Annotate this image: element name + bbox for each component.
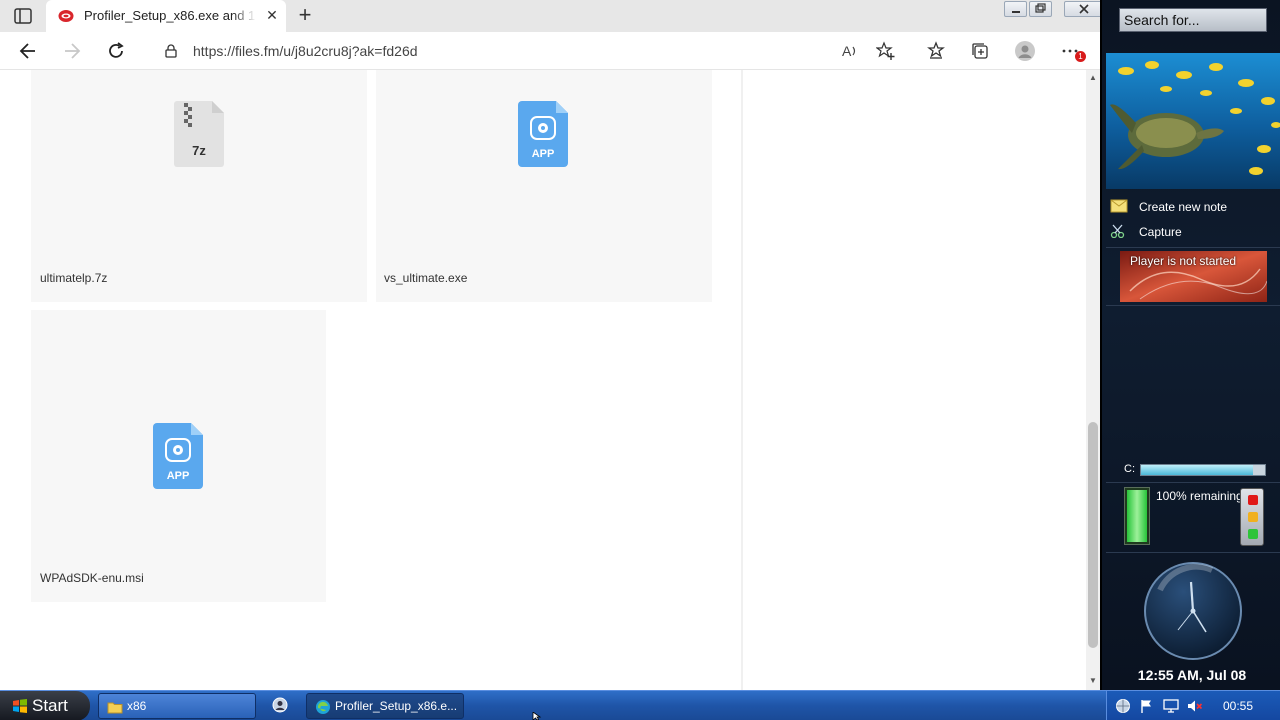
sidebar-separator bbox=[1106, 552, 1280, 553]
player-status-text: Player is not started bbox=[1130, 254, 1237, 268]
svg-text:A: A bbox=[842, 43, 852, 59]
analog-clock-icon bbox=[1144, 562, 1242, 660]
window-controls bbox=[1004, 1, 1106, 17]
clock-date-text: 12:55 AM, Jul 08 bbox=[1137, 667, 1247, 683]
restore-button[interactable] bbox=[1029, 1, 1052, 17]
mouse-cursor-icon bbox=[532, 712, 542, 720]
close-window-button[interactable] bbox=[1064, 1, 1104, 17]
refresh-icon[interactable] bbox=[106, 41, 126, 61]
green-light-icon[interactable] bbox=[1248, 529, 1258, 539]
taskbar-item-x86[interactable]: x86 bbox=[98, 693, 256, 719]
new-tab-button[interactable]: + bbox=[294, 4, 316, 27]
windows-logo-icon bbox=[13, 699, 27, 713]
drive-usage-bar bbox=[1140, 464, 1266, 476]
sidebar-separator bbox=[1106, 482, 1280, 483]
folder-icon bbox=[107, 702, 123, 714]
taskbar-clock: 00:55 bbox=[1223, 699, 1254, 713]
taskbar-item-label: x86 bbox=[127, 699, 147, 713]
slideshow-gadget[interactable] bbox=[1106, 53, 1280, 189]
file-name[interactable]: vs_ultimate.exe bbox=[384, 271, 467, 285]
zip-file-icon: 7z bbox=[174, 101, 224, 167]
notification-badge: 1 bbox=[1075, 51, 1086, 62]
taskbar-item-browser[interactable]: Profiler_Setup_x86.e... bbox=[306, 693, 464, 719]
system-tray: 00:55 bbox=[1106, 691, 1280, 720]
tab-close-button[interactable]: ✕ bbox=[264, 7, 280, 23]
network-globe-icon[interactable] bbox=[1115, 698, 1131, 714]
file-list-content: 7z ultimatelp.7z APP vs_ultimate.exe APP… bbox=[0, 70, 1086, 690]
drive-usage-fill bbox=[1141, 465, 1253, 475]
battery-status-text: 100% remaining bbox=[1156, 489, 1243, 503]
file-icon-label: 7z bbox=[192, 143, 206, 158]
app-file-icon: APP bbox=[153, 423, 203, 489]
minimize-button[interactable] bbox=[1004, 1, 1027, 17]
start-label: Start bbox=[32, 696, 68, 715]
yellow-light-icon[interactable] bbox=[1248, 512, 1258, 522]
browser-window: Profiler_Setup_x86.exe and 1 other file … bbox=[0, 0, 1104, 690]
scroll-up-arrow-icon[interactable]: ▲ bbox=[1088, 73, 1098, 83]
taskbar: Start x86 Profiler_Setup_x86.e... 00:55 bbox=[0, 690, 1280, 720]
sticky-note-icon bbox=[1110, 199, 1128, 213]
sidebar-separator bbox=[1106, 305, 1280, 306]
collections-icon[interactable] bbox=[970, 41, 990, 61]
close-icon bbox=[1079, 4, 1089, 14]
forward-arrow-icon[interactable] bbox=[62, 41, 82, 61]
favorites-icon[interactable] bbox=[926, 41, 946, 61]
red-light-icon[interactable] bbox=[1248, 495, 1258, 505]
capture-label: Capture bbox=[1139, 225, 1182, 239]
restore-icon bbox=[1035, 3, 1046, 13]
url-text[interactable]: https://files.fm/u/j8u2cru8j?ak=fd26d bbox=[193, 43, 418, 59]
sidebar-search-input[interactable]: Search for... bbox=[1119, 8, 1267, 32]
show-desktop-icon[interactable] bbox=[272, 697, 288, 713]
desktop-sidebar: Search for... Create new note Capture Pl… bbox=[1100, 0, 1280, 690]
read-aloud-icon[interactable]: A bbox=[840, 41, 860, 61]
page-scrollbar[interactable]: ▲ ▼ bbox=[1086, 70, 1100, 690]
tab-bar: Profiler_Setup_x86.exe and 1 other file … bbox=[0, 0, 1104, 32]
file-card[interactable]: APP WPAdSDK-enu.msi bbox=[31, 310, 326, 602]
navigation-bar: https://files.fm/u/j8u2cru8j?ak=fd26d A bbox=[0, 32, 1100, 70]
battery-level-fill bbox=[1127, 490, 1147, 542]
display-icon[interactable] bbox=[1163, 698, 1179, 714]
power-scheme-switch[interactable] bbox=[1240, 488, 1264, 546]
content-divider bbox=[741, 70, 743, 690]
minimize-icon bbox=[1012, 11, 1020, 13]
lock-icon[interactable] bbox=[164, 44, 178, 58]
tab-actions-icon[interactable] bbox=[14, 8, 32, 24]
action-center-flag-icon[interactable] bbox=[1139, 698, 1155, 714]
create-note-label: Create new note bbox=[1139, 200, 1228, 214]
start-button[interactable]: Start bbox=[0, 691, 90, 720]
scroll-down-arrow-icon[interactable]: ▼ bbox=[1088, 676, 1098, 686]
file-card[interactable]: 7z ultimatelp.7z bbox=[31, 70, 367, 302]
drive-label: C: bbox=[1124, 463, 1135, 475]
scissors-icon bbox=[1110, 224, 1125, 238]
file-card[interactable]: APP vs_ultimate.exe bbox=[376, 70, 712, 302]
add-favorite-icon[interactable] bbox=[876, 41, 896, 61]
taskbar-item-label: Profiler_Setup_x86.e... bbox=[335, 699, 458, 713]
file-name[interactable]: WPAdSDK-enu.msi bbox=[40, 571, 144, 585]
profile-avatar-icon[interactable] bbox=[1015, 41, 1035, 61]
files-fm-favicon bbox=[58, 10, 74, 22]
edge-browser-icon bbox=[316, 700, 330, 714]
media-player-gadget[interactable]: Player is not started bbox=[1120, 251, 1267, 302]
scrollbar-thumb[interactable] bbox=[1088, 422, 1098, 648]
back-arrow-icon[interactable] bbox=[18, 41, 38, 61]
battery-meter bbox=[1124, 487, 1150, 545]
file-name[interactable]: ultimatelp.7z bbox=[40, 271, 107, 285]
tab-title: Profiler_Setup_x86.exe and 1 other file bbox=[84, 8, 256, 23]
address-bar[interactable]: https://files.fm/u/j8u2cru8j?ak=fd26d bbox=[150, 36, 910, 66]
sidebar-separator bbox=[1106, 247, 1280, 248]
app-file-icon: APP bbox=[518, 101, 568, 167]
file-icon-label: APP bbox=[167, 470, 190, 482]
browser-tab[interactable]: Profiler_Setup_x86.exe and 1 other file … bbox=[46, 0, 286, 32]
volume-muted-icon[interactable] bbox=[1187, 698, 1203, 714]
file-icon-label: APP bbox=[532, 148, 555, 160]
